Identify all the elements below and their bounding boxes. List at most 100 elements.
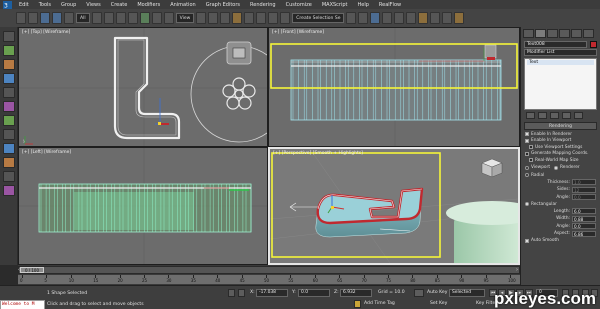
menu-rendering[interactable]: Rendering: [245, 2, 281, 8]
viewport-perspective[interactable]: [+] [Perspective] [Smooth + Highlights]: [268, 147, 520, 265]
radial-radio[interactable]: Radial: [525, 173, 596, 178]
object-color-swatch[interactable]: [590, 41, 597, 48]
reference-coordinate-dropdown[interactable]: View: [175, 13, 195, 23]
key-mode-dropdown[interactable]: Selected: [449, 289, 485, 297]
set-key-icon[interactable]: [414, 289, 424, 297]
viewport-label[interactable]: [+] [Top] [Wireframe]: [22, 30, 70, 35]
left-tool-icon[interactable]: [2, 129, 15, 140]
pin-stack-icon[interactable]: [526, 112, 535, 119]
radial-angle-spinner[interactable]: 0.0: [572, 194, 596, 200]
select-and-rotate-icon[interactable]: [151, 12, 162, 24]
bind-space-warp-icon[interactable]: [64, 12, 74, 24]
modifier-list-dropdown[interactable]: Modifier List: [524, 49, 597, 56]
link-icon[interactable]: [40, 12, 50, 24]
utilities-tab-icon[interactable]: [583, 29, 594, 38]
menu-help[interactable]: Help: [353, 2, 374, 8]
left-tool-icon[interactable]: [2, 59, 15, 70]
object-name-field[interactable]: Text008: [524, 41, 587, 48]
viewcube-icon[interactable]: [481, 158, 503, 178]
edit-named-selection-icon[interactable]: [280, 12, 291, 24]
keyboard-shortcut-icon[interactable]: [220, 12, 231, 24]
selection-filter-dropdown[interactable]: All: [76, 13, 90, 23]
left-tool-icon[interactable]: [2, 45, 15, 56]
track-bar[interactable]: 0 5 10 15 20 25 30 35 40 45 50 55 60 65 70 75 80 85 90 95 10…: [18, 275, 520, 284]
left-tool-icon[interactable]: [2, 157, 15, 168]
z-coordinate-field[interactable]: 6.932: [340, 289, 372, 297]
viewport-label[interactable]: [+] [Left] [Wireframe]: [22, 150, 71, 155]
thickness-spinner[interactable]: 1.0: [572, 179, 596, 185]
time-tag-icon[interactable]: [354, 300, 361, 308]
curve-editor-icon[interactable]: [394, 12, 405, 24]
menu-graph-editors[interactable]: Graph Editors: [201, 2, 245, 8]
rectangular-selection-icon[interactable]: [115, 12, 126, 24]
viewport-top[interactable]: y [+] [Top] [Wireframe]: [18, 27, 268, 147]
display-tab-icon[interactable]: [571, 29, 582, 38]
generate-mapping-coords-checkbox[interactable]: Generate Mapping Coords.: [525, 151, 596, 156]
left-tool-icon[interactable]: [2, 73, 15, 84]
viewport-label[interactable]: [+] [Front] [Wireframe]: [272, 30, 324, 35]
render-production-icon[interactable]: [454, 12, 465, 24]
rect-angle-spinner[interactable]: 0.0: [572, 223, 596, 229]
menu-group[interactable]: Group: [56, 2, 81, 8]
left-tool-icon[interactable]: [2, 185, 15, 196]
aspect-spinner[interactable]: 6.86: [572, 230, 596, 237]
remove-modifier-icon[interactable]: [562, 112, 571, 119]
named-selection-dropdown[interactable]: Create Selection Se: [292, 13, 345, 23]
stack-item-text[interactable]: Text: [527, 60, 594, 65]
menu-tools[interactable]: Tools: [34, 2, 56, 8]
material-editor-icon[interactable]: [418, 12, 429, 24]
viewport-left[interactable]: [+] [Left] [Wireframe]: [18, 147, 268, 265]
align-icon[interactable]: [358, 12, 369, 24]
menu-maxscript[interactable]: MAXScript: [317, 2, 353, 8]
spinner-snap-icon[interactable]: [268, 12, 279, 24]
hierarchy-tab-icon[interactable]: [547, 29, 558, 38]
y-coordinate-field[interactable]: 0.0: [298, 289, 330, 297]
percent-snap-icon[interactable]: [256, 12, 267, 24]
menu-customize[interactable]: Customize: [281, 2, 317, 8]
angle-snap-icon[interactable]: [244, 12, 255, 24]
menu-create[interactable]: Create: [106, 2, 133, 8]
rendered-frame-window-icon[interactable]: [442, 12, 453, 24]
enable-in-viewport-checkbox[interactable]: Enable In Viewport: [525, 138, 596, 143]
left-tool-icon[interactable]: [2, 171, 15, 182]
left-tool-icon[interactable]: [2, 115, 15, 126]
time-slider-thumb[interactable]: 0 / 100: [20, 267, 44, 273]
real-world-map-size-checkbox[interactable]: Real-World Map Size: [525, 158, 596, 163]
set-key-button[interactable]: Set Key: [430, 301, 447, 306]
menu-edit[interactable]: Edit: [14, 2, 34, 8]
absolute-mode-icon[interactable]: [238, 289, 245, 297]
next-frame-icon[interactable]: ›: [516, 267, 518, 273]
pivot-center-icon[interactable]: [196, 12, 207, 24]
selection-lock-icon[interactable]: [228, 289, 235, 297]
viewport-front[interactable]: [+] [Front] [Wireframe]: [268, 27, 520, 147]
left-tool-icon[interactable]: [2, 87, 15, 98]
select-and-move-icon[interactable]: [139, 12, 150, 24]
motion-tab-icon[interactable]: [559, 29, 570, 38]
snaps-toggle-icon[interactable]: [232, 12, 243, 24]
width-spinner[interactable]: 0.88: [572, 215, 596, 222]
left-tool-icon[interactable]: [2, 31, 15, 42]
menu-animation[interactable]: Animation: [165, 2, 201, 8]
create-tab-icon[interactable]: [523, 29, 534, 38]
x-coordinate-field[interactable]: -17.038: [256, 289, 288, 297]
viewport-label[interactable]: [+] [Perspective] [Smooth + Highlights]: [273, 151, 363, 156]
viewport-radio[interactable]: Viewport: [525, 165, 550, 170]
unlink-icon[interactable]: [52, 12, 62, 24]
rendering-rollout-header[interactable]: Rendering: [524, 122, 597, 130]
select-and-scale-icon[interactable]: [163, 12, 174, 24]
select-object-icon[interactable]: [91, 12, 102, 24]
use-viewport-settings-checkbox[interactable]: Use Viewport Settings: [525, 145, 596, 150]
layer-manager-icon[interactable]: [370, 12, 381, 24]
undo-icon[interactable]: [16, 12, 26, 24]
schematic-view-icon[interactable]: [406, 12, 417, 24]
renderer-radio[interactable]: Renderer: [554, 165, 580, 170]
graphite-ribbon-icon[interactable]: [382, 12, 393, 24]
select-by-name-icon[interactable]: [103, 12, 114, 24]
auto-key-button[interactable]: Auto Key: [427, 290, 447, 295]
app-logo-icon[interactable]: 3: [0, 0, 14, 9]
modify-tab-icon[interactable]: [535, 29, 546, 38]
manipulate-icon[interactable]: [208, 12, 219, 24]
maxscript-listener[interactable]: Welcome to M: [0, 300, 45, 309]
auto-smooth-checkbox[interactable]: Auto Smooth: [525, 238, 596, 243]
menu-realflow[interactable]: RealFlow: [374, 2, 406, 8]
